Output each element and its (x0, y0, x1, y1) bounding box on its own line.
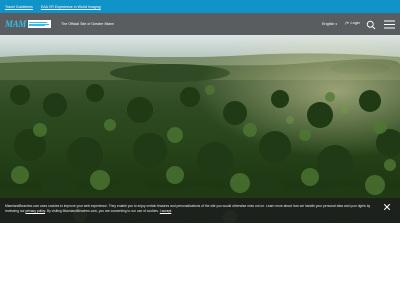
language-selector[interactable]: English ▾ (322, 22, 337, 26)
privacy-policy-link[interactable]: privacy policy (26, 209, 46, 213)
accept-cookies-link[interactable]: I accept (160, 209, 172, 213)
language-label: English (322, 22, 335, 26)
utility-bar: Travel Guidelines EAA VR Experience in W… (0, 0, 400, 13)
login-label: Login (350, 21, 360, 25)
site-logo[interactable]: MAM (5, 19, 52, 29)
search-icon[interactable] (366, 20, 376, 30)
logo-lockup (28, 20, 52, 28)
chevron-down-icon: ▾ (335, 22, 337, 26)
cookie-message: MiamiandBeaches.com uses cookies to impr… (5, 204, 377, 214)
site-header: MAM The Official Site of Greater Miami E… (0, 13, 400, 35)
person-icon (345, 21, 349, 25)
logo-wordmark: MAM (5, 19, 27, 29)
login-button[interactable]: Login (345, 21, 360, 25)
site-tagline: The Official Site of Greater Miami (61, 22, 115, 26)
cookie-text-part-2: . By visiting MiamiandBeaches.com, you a… (45, 209, 160, 213)
close-icon[interactable] (383, 203, 391, 211)
hero-image (0, 35, 400, 223)
travel-guidelines-link[interactable]: Travel Guidelines (5, 5, 33, 9)
hamburger-menu-icon[interactable] (384, 20, 395, 29)
cookie-banner: MiamiandBeaches.com uses cookies to impr… (0, 198, 400, 223)
hero-video (0, 35, 400, 223)
vr-experience-link[interactable]: EAA VR Experience in World Imaging (41, 5, 101, 9)
